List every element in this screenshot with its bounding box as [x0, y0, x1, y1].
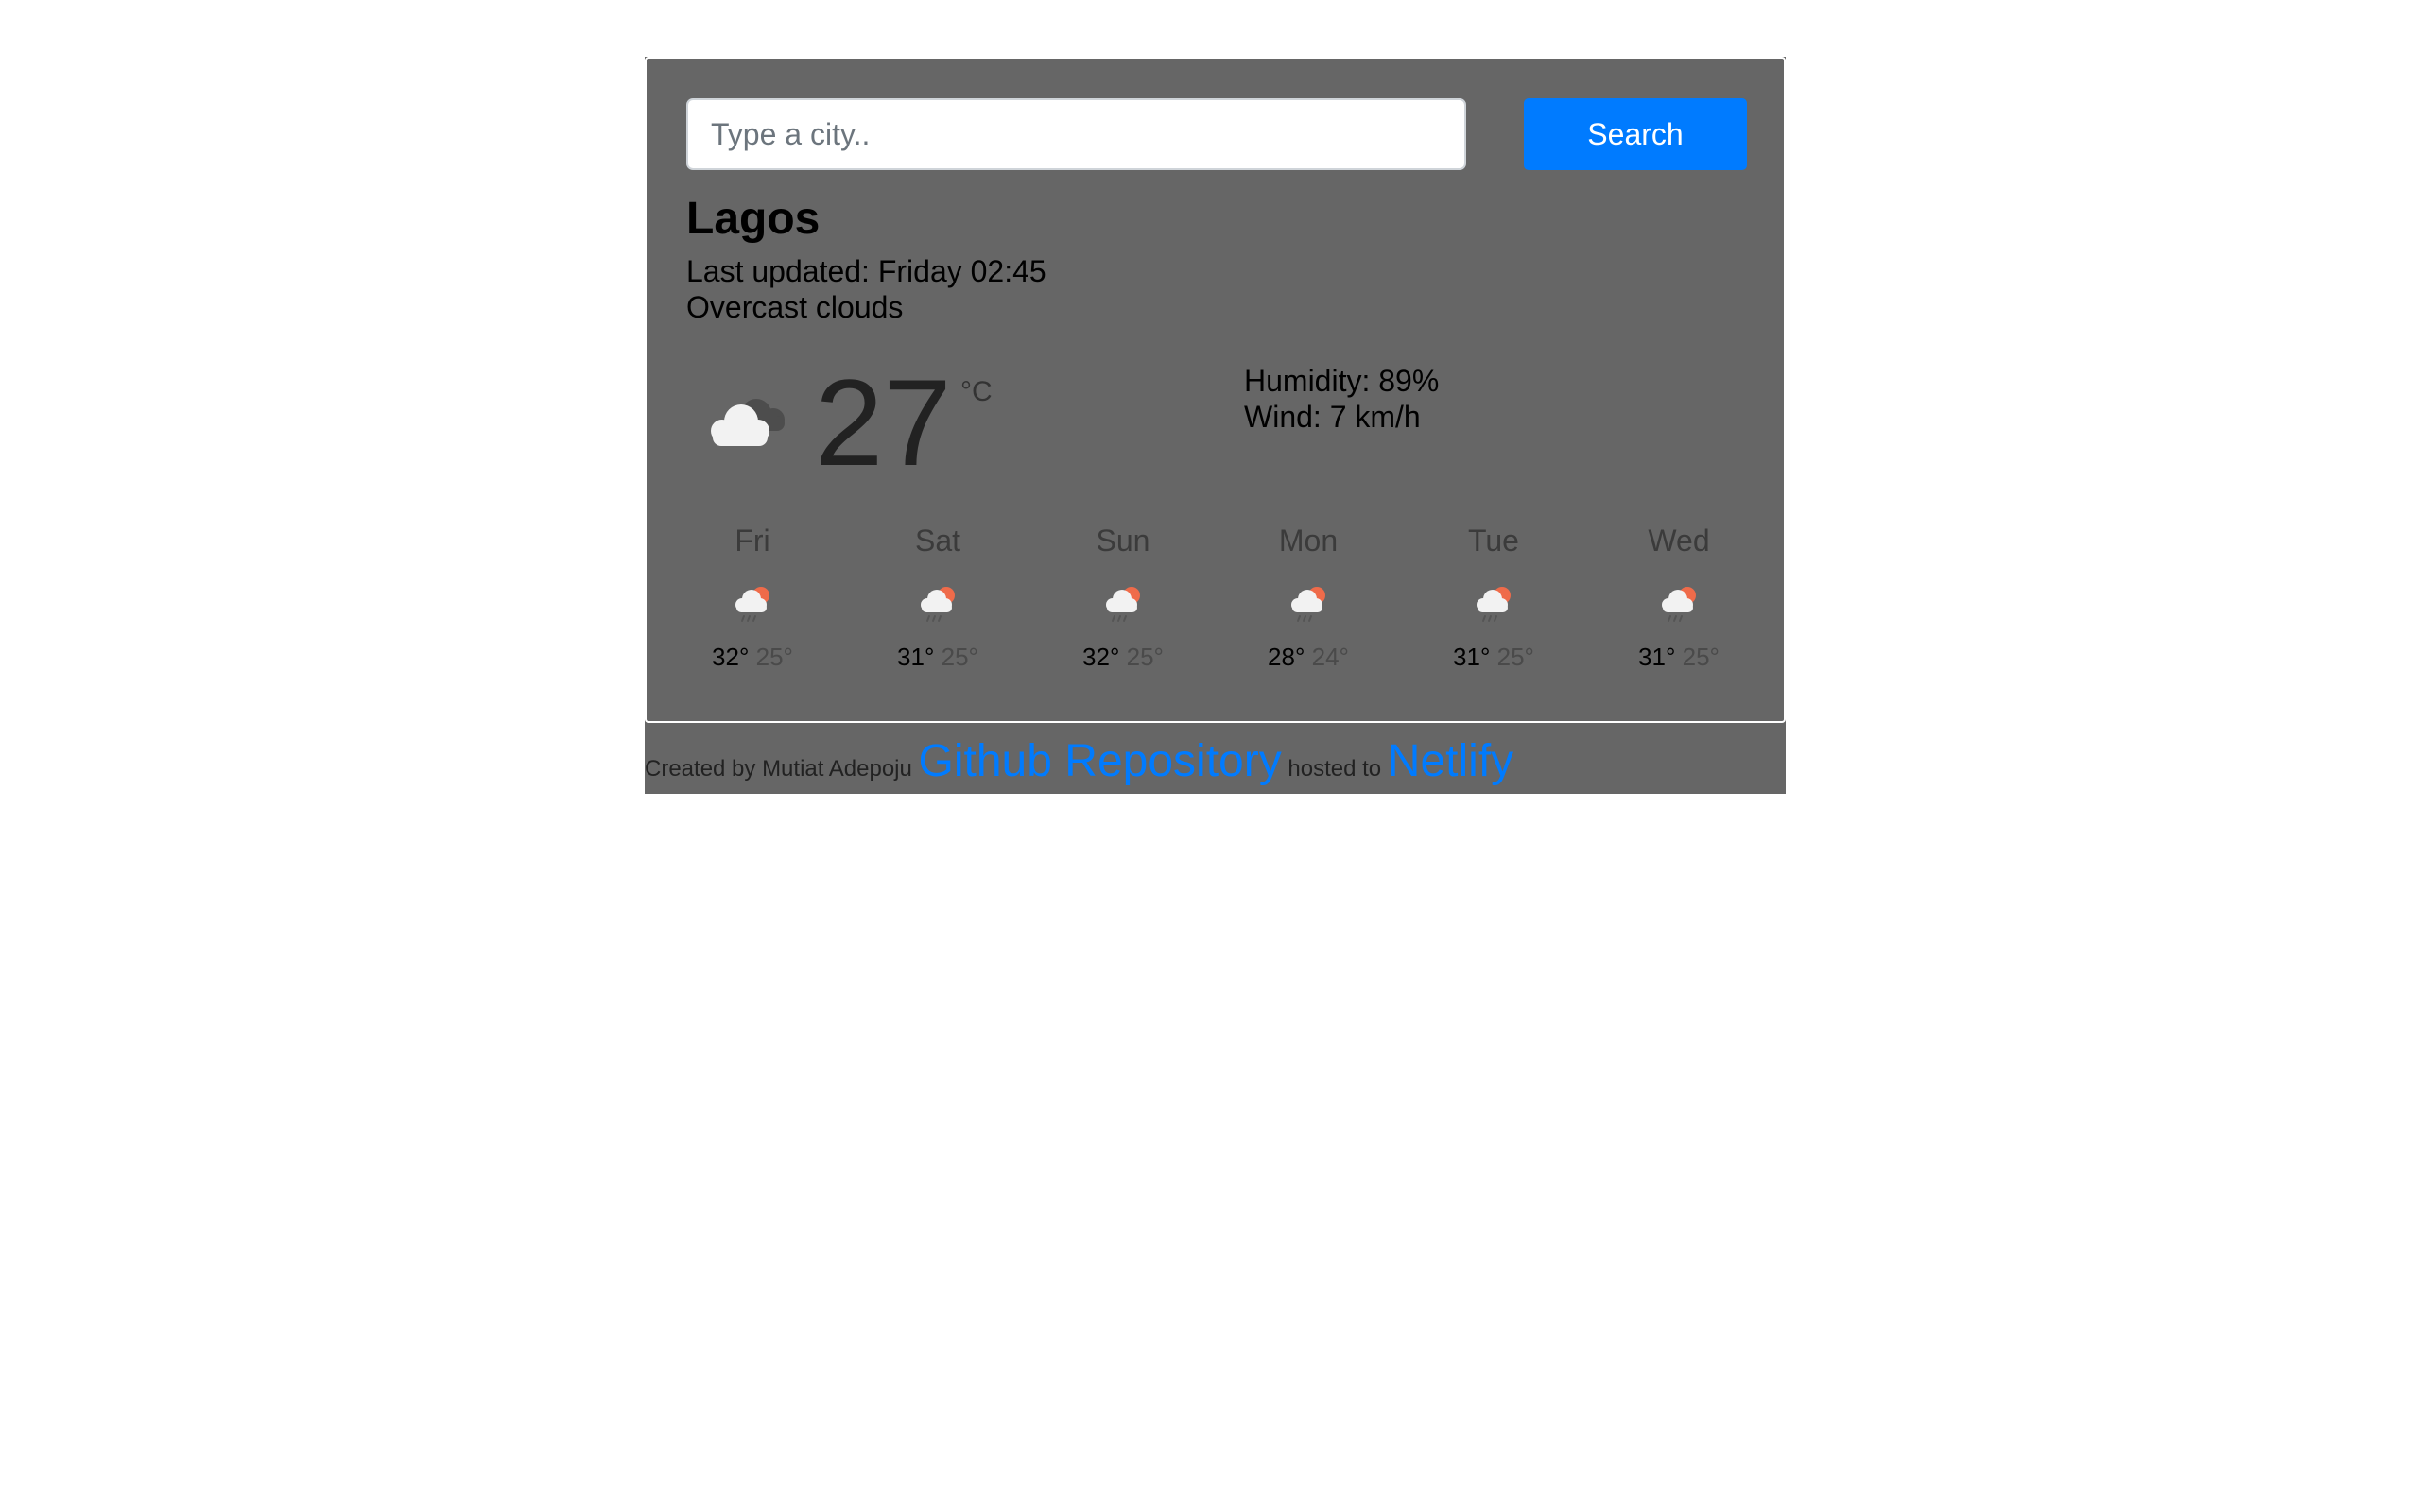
rain-sun-icon [1662, 587, 1696, 622]
rain-sun-icon [735, 587, 769, 622]
footer-credit: Created by Mutiat Adepoju [645, 756, 912, 782]
netlify-link[interactable]: Netlify [1388, 736, 1513, 786]
rain-sun-icon [1106, 587, 1140, 622]
forecast-day: Tue 31° 25° [1418, 525, 1569, 669]
rain-sun-icon [921, 587, 955, 622]
wind-speed: Wind: 7 km/h [1244, 400, 1421, 434]
weather-card: Search Lagos Last updated: Friday 02:45 … [645, 57, 1786, 723]
forecast-max-temp: 32° [1082, 643, 1120, 671]
forecast-min-temp: 25° [1682, 643, 1720, 671]
forecast-day: Wed 31° 25° [1603, 525, 1754, 669]
overcast-clouds-icon [711, 399, 785, 446]
forecast-min-temp: 25° [755, 643, 793, 671]
forecast-day: Fri 32° 25° [677, 525, 828, 669]
city-search-input[interactable] [686, 98, 1466, 170]
github-repository-link[interactable]: Github Repository [919, 736, 1282, 786]
forecast-max-temp: 32° [712, 643, 750, 671]
forecast-max-temp: 31° [897, 643, 935, 671]
forecast-day: Sun 32° 25° [1047, 525, 1199, 669]
forecast-min-temp: 25° [1126, 643, 1164, 671]
search-button[interactable]: Search [1524, 98, 1747, 170]
forecast-max-temp: 28° [1268, 643, 1305, 671]
forecast-day-name: Mon [1278, 524, 1339, 558]
forecast-day-name: Tue [1468, 524, 1519, 558]
forecast-row: Fri 32° 25° Sat 31° 25° Sun 32° 25° Mon … [647, 525, 1784, 705]
footer-hosted-text: hosted to [1288, 756, 1382, 782]
last-updated: Last updated: Friday 02:45 [686, 254, 1046, 288]
forecast-day-name: Sun [1096, 524, 1150, 558]
city-name: Lagos [686, 194, 821, 244]
forecast-min-temp: 25° [1496, 643, 1534, 671]
footer: Created by Mutiat Adepoju Github Reposit… [645, 735, 1786, 787]
forecast-day-name: Sat [914, 524, 961, 558]
forecast-day-name: Fri [735, 524, 770, 558]
temperature-unit[interactable]: °C [960, 376, 993, 408]
forecast-min-temp: 25° [941, 643, 978, 671]
current-temperature: 27 [815, 353, 952, 491]
forecast-max-temp: 31° [1638, 643, 1676, 671]
weather-description: Overcast clouds [686, 290, 904, 324]
humidity: Humidity: 89% [1244, 364, 1440, 398]
forecast-min-temp: 24° [1311, 643, 1349, 671]
forecast-max-temp: 31° [1453, 643, 1491, 671]
forecast-day-name: Wed [1648, 524, 1710, 558]
rain-sun-icon [1291, 587, 1325, 622]
forecast-day: Sat 31° 25° [862, 525, 1013, 669]
forecast-day: Mon 28° 24° [1233, 525, 1384, 669]
rain-sun-icon [1477, 587, 1511, 622]
